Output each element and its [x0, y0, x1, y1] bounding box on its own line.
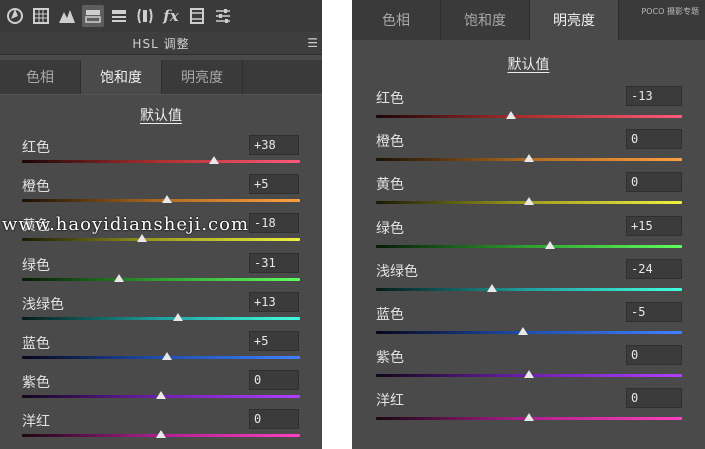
slider-row-red: 红色 +38: [0, 135, 322, 171]
slider-track[interactable]: [376, 244, 682, 248]
poco-logo: POCO 摄影专题: [641, 7, 699, 16]
grid-icon[interactable]: [30, 5, 52, 27]
value-input[interactable]: 0: [249, 370, 299, 391]
value-input[interactable]: -31: [249, 252, 299, 273]
value-input[interactable]: +15: [626, 215, 682, 236]
slider-track[interactable]: [22, 316, 300, 320]
slider-label: 绿色: [376, 220, 404, 237]
aperture-icon[interactable]: [4, 5, 26, 27]
panel-header: HSL 调整 ☰: [0, 32, 322, 55]
slider-track[interactable]: [376, 331, 682, 334]
slider-label: 洋红: [376, 393, 404, 410]
slider-label: 橙色: [22, 179, 50, 196]
slider-row-purple: 紫色 0: [0, 370, 322, 406]
value-input[interactable]: -18: [249, 213, 299, 234]
tab-saturation[interactable]: 饱和度: [81, 60, 162, 94]
default-button[interactable]: 默认值: [352, 54, 705, 74]
site-watermark: www.haoyidiansheji.com: [2, 214, 250, 235]
slider-thumb[interactable]: [161, 195, 172, 204]
slider-row-aqua: 浅绿色 +13: [0, 291, 322, 328]
slider-thumb[interactable]: [487, 283, 498, 292]
value-input[interactable]: 0: [626, 345, 682, 366]
panel-toolbar: fx: [0, 0, 322, 32]
slider-row-orange: 橙色 +5: [0, 174, 322, 210]
slider-track[interactable]: [376, 115, 682, 118]
slider-row-green: 绿色 +15: [352, 215, 705, 252]
slider-thumb[interactable]: [156, 430, 166, 439]
slider-label: 紫色: [22, 375, 50, 392]
value-input[interactable]: 0: [626, 388, 682, 409]
slider-thumb[interactable]: [524, 370, 534, 379]
slider-thumb[interactable]: [505, 111, 516, 119]
slider-thumb[interactable]: [161, 352, 172, 360]
slider-track[interactable]: [22, 277, 300, 281]
hsl-tabs: 色相 饱和度 明亮度: [0, 60, 322, 95]
slider-label: 黄色: [376, 177, 404, 194]
value-input[interactable]: +5: [249, 174, 299, 195]
slider-row-orange: 橙色 0: [352, 129, 705, 165]
value-input[interactable]: +13: [249, 291, 299, 312]
value-input[interactable]: +38: [249, 135, 299, 155]
slider-row-red: 红色 -13: [352, 86, 705, 122]
tab-luminance[interactable]: 明亮度: [162, 60, 243, 94]
slider-label: 红色: [376, 91, 404, 107]
value-input[interactable]: -13: [626, 86, 682, 106]
slider-row-blue: 蓝色 +5: [0, 331, 322, 367]
slider-row-magenta: 洋红 0: [0, 409, 322, 445]
slider-label: 橙色: [376, 134, 404, 151]
slider-row-blue: 蓝色 -5: [352, 302, 705, 338]
slider-label: 浅绿色: [22, 296, 64, 313]
panel-menu-icon[interactable]: ☰: [307, 36, 318, 50]
split-toning-icon[interactable]: [108, 5, 130, 27]
slider-thumb[interactable]: [156, 391, 166, 400]
default-button[interactable]: 默认值: [0, 105, 322, 125]
slider-label: 洋红: [22, 414, 50, 431]
hsl-panel-luminance: 色相 饱和度 明亮度 POCO 摄影专题 默认值 红色 -13 橙色 0 黄色 0 绿色 +15 浅…: [352, 0, 705, 449]
slider-thumb[interactable]: [517, 327, 528, 335]
camera-calibration-icon[interactable]: [186, 5, 208, 27]
slider-row-aqua: 浅绿色 -24: [352, 258, 705, 295]
value-input[interactable]: -5: [626, 302, 682, 322]
slider-label: 紫色: [376, 350, 404, 367]
slider-label: 红色: [22, 140, 50, 156]
slider-label: 蓝色: [376, 307, 404, 323]
mountain-icon[interactable]: [56, 5, 78, 27]
value-input[interactable]: -24: [626, 258, 682, 279]
value-input[interactable]: 0: [626, 129, 682, 150]
slider-thumb[interactable]: [208, 156, 219, 164]
slider-label: 绿色: [22, 257, 50, 274]
value-input[interactable]: 0: [626, 172, 682, 193]
tab-hue[interactable]: 色相: [352, 0, 441, 40]
slider-track[interactable]: [376, 287, 682, 291]
slider-row-yellow: 黄色 0: [352, 172, 705, 208]
slider-row-magenta: 洋红 0: [352, 388, 705, 424]
slider-thumb[interactable]: [524, 197, 534, 206]
presets-sliders-icon[interactable]: [212, 5, 234, 27]
lens-correction-icon[interactable]: [134, 5, 156, 27]
panel-title: HSL 调整: [132, 37, 190, 51]
slider-thumb[interactable]: [524, 154, 534, 163]
slider-label: 浅绿色: [376, 263, 418, 280]
fx-icon[interactable]: fx: [160, 5, 182, 27]
value-input[interactable]: +5: [249, 331, 299, 351]
slider-thumb[interactable]: [172, 312, 183, 321]
tab-luminance[interactable]: 明亮度: [530, 0, 619, 40]
slider-row-purple: 紫色 0: [352, 345, 705, 381]
tab-saturation[interactable]: 饱和度: [441, 0, 530, 40]
slider-track[interactable]: [22, 160, 300, 163]
hsl-icon[interactable]: [82, 5, 104, 27]
slider-thumb[interactable]: [114, 273, 125, 282]
slider-thumb[interactable]: [524, 413, 534, 422]
slider-thumb[interactable]: [136, 234, 147, 243]
slider-track[interactable]: [22, 238, 300, 242]
value-input[interactable]: 0: [249, 409, 299, 430]
slider-thumb[interactable]: [545, 240, 556, 249]
slider-label: 蓝色: [22, 336, 50, 352]
tab-hue[interactable]: 色相: [0, 60, 81, 94]
slider-row-green: 绿色 -31: [0, 252, 322, 289]
